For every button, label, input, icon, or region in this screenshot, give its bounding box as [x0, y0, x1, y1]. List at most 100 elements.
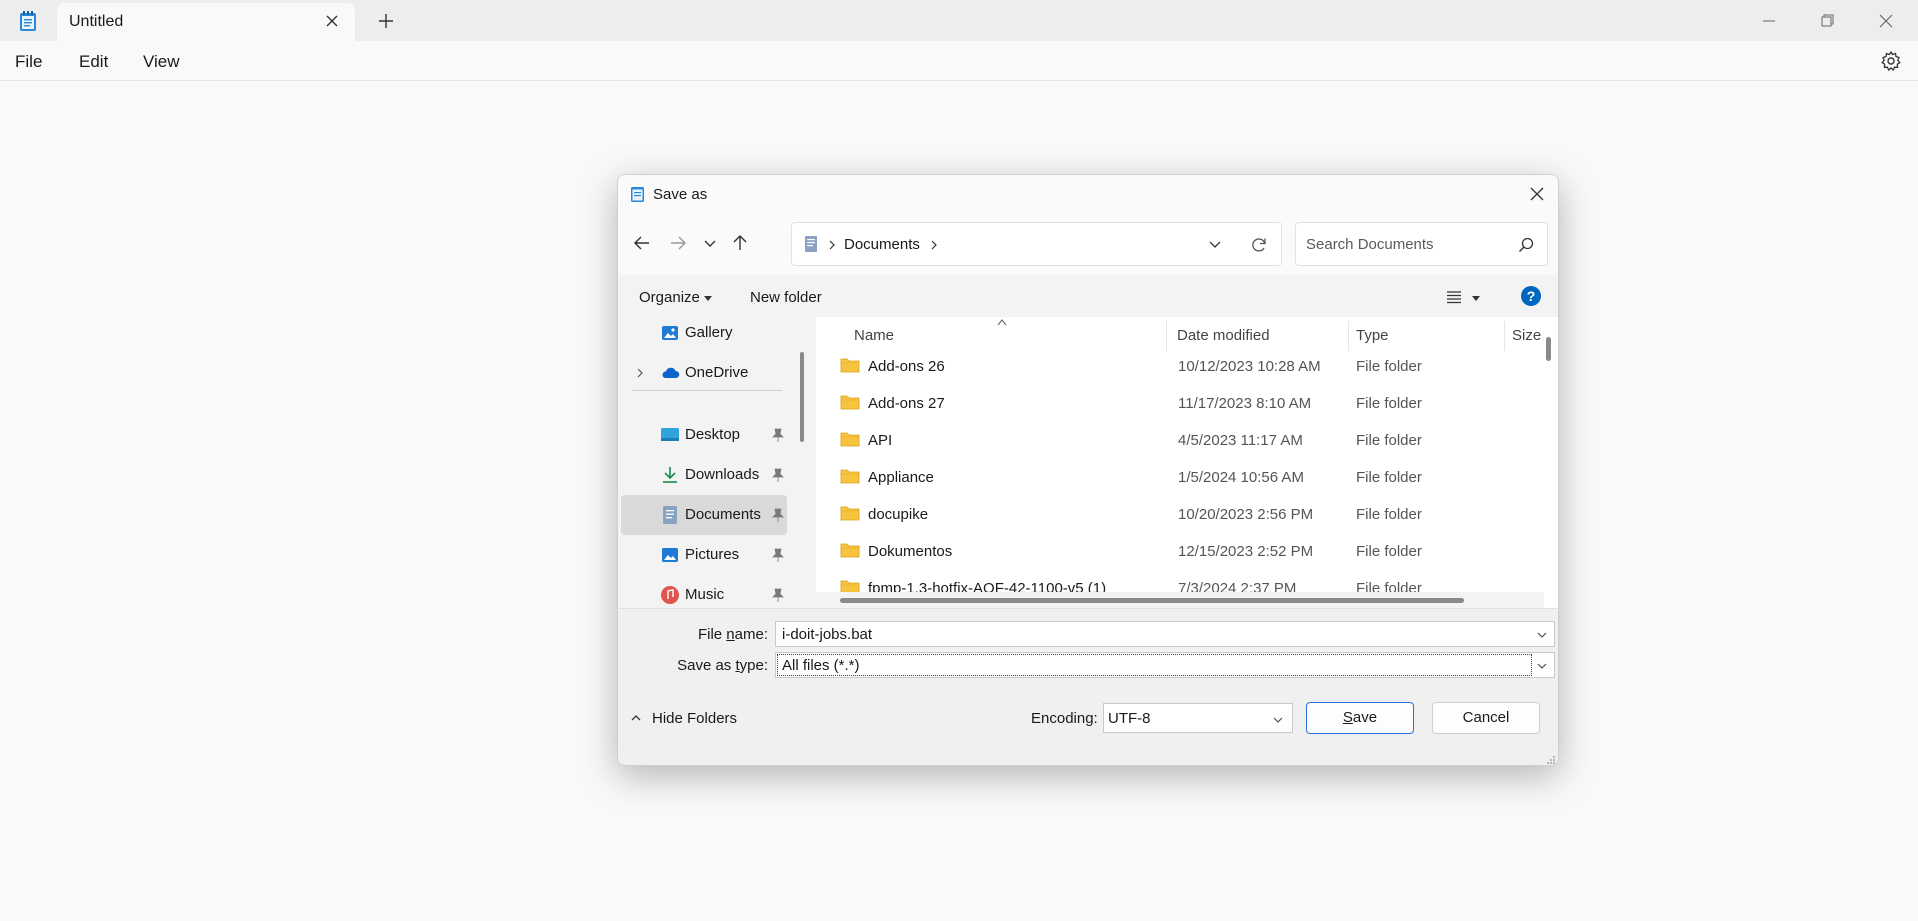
column-separator[interactable]	[1166, 321, 1167, 351]
file-name: Appliance	[868, 469, 934, 486]
save-as-dialog: Save as Documents Search Documents Organ…	[617, 174, 1559, 766]
dialog-close-icon[interactable]	[1526, 183, 1548, 205]
column-name[interactable]: Name	[854, 327, 894, 344]
tab-title: Untitled	[69, 13, 124, 30]
music-icon	[661, 586, 679, 604]
save-as-type-select[interactable]: All files (*.*)	[775, 652, 1555, 678]
tab-untitled[interactable]: Untitled	[57, 3, 355, 41]
file-row[interactable]: Dokumentos 12/15/2023 2:52 PM File folde…	[816, 533, 1536, 570]
svg-text:?: ?	[1527, 288, 1536, 304]
settings-gear-icon[interactable]	[1880, 50, 1902, 72]
pin-icon	[772, 588, 784, 602]
chevron-down-icon[interactable]	[1536, 661, 1548, 671]
breadcrumb-chevron-icon[interactable]	[826, 238, 838, 252]
cancel-button[interactable]: Cancel	[1432, 702, 1540, 734]
restore-icon[interactable]	[1814, 8, 1840, 34]
encoding-select[interactable]: UTF-8	[1103, 703, 1293, 733]
sort-ascending-icon	[997, 319, 1007, 326]
sidebar-item-label: Pictures	[685, 546, 740, 563]
view-options-icon[interactable]	[1445, 288, 1463, 306]
file-type: File folder	[1356, 432, 1422, 449]
search-input[interactable]	[1306, 233, 1506, 255]
folder-icon	[840, 358, 860, 373]
back-arrow-icon[interactable]	[630, 231, 654, 255]
file-date: 10/20/2023 2:56 PM	[1178, 506, 1314, 523]
menu-edit[interactable]: Edit	[79, 52, 108, 72]
menu-view[interactable]: View	[143, 52, 180, 72]
forward-arrow-icon[interactable]	[666, 231, 690, 255]
close-window-icon[interactable]	[1873, 8, 1899, 34]
organize-label: Organize	[639, 289, 700, 306]
file-name: Add-ons 27	[868, 395, 945, 412]
sidebar-item-gallery[interactable]: Gallery	[621, 317, 787, 353]
chevron-down-icon[interactable]	[1536, 630, 1548, 640]
file-type: File folder	[1356, 358, 1422, 375]
sidebar-item-label: Desktop	[685, 426, 741, 443]
organize-button[interactable]: Organize	[639, 289, 712, 306]
save-button[interactable]: Save	[1306, 702, 1414, 734]
address-dropdown-chevron-icon[interactable]	[1207, 236, 1223, 252]
sidebar-item-pictures[interactable]: Pictures	[621, 535, 787, 575]
file-row[interactable]: API 4/5/2023 11:17 AM File folder	[816, 422, 1536, 459]
pin-icon	[772, 468, 784, 482]
column-type[interactable]: Type	[1356, 327, 1389, 344]
resize-grip-icon[interactable]	[1546, 755, 1556, 765]
file-row[interactable]: Appliance 1/5/2024 10:56 AM File folder	[816, 459, 1536, 496]
column-size[interactable]: Size	[1512, 327, 1541, 344]
navigation-row: Documents	[618, 213, 1558, 275]
column-date-modified[interactable]: Date modified	[1177, 327, 1270, 344]
file-row[interactable]: docupike 10/20/2023 2:56 PM File folder	[816, 496, 1536, 533]
pin-icon	[772, 428, 784, 442]
breadcrumb-documents[interactable]: Documents	[844, 236, 920, 253]
breadcrumb-chevron-icon[interactable]	[928, 238, 940, 252]
file-type: File folder	[1356, 543, 1422, 560]
file-list-horizontal-scrollbar[interactable]	[816, 592, 1544, 608]
search-box[interactable]	[1295, 222, 1548, 266]
command-bar: Organize New folder ?	[618, 275, 1558, 317]
sidebar-item-label: OneDrive	[685, 364, 749, 381]
up-arrow-icon[interactable]	[728, 231, 752, 255]
folder-icon	[840, 432, 860, 447]
hide-folders-label: Hide Folders	[652, 710, 738, 727]
recent-locations-chevron-icon[interactable]	[698, 231, 722, 255]
file-name-combobox[interactable]: i-doit-jobs.bat	[775, 621, 1555, 647]
sidebar-item-onedrive[interactable]: OneDrive	[621, 353, 787, 393]
sidebar-item-documents[interactable]: Documents	[621, 495, 787, 535]
minimize-icon[interactable]	[1756, 8, 1782, 34]
menu-file[interactable]: File	[15, 52, 42, 72]
help-icon[interactable]: ?	[1520, 285, 1542, 307]
file-name-input[interactable]: i-doit-jobs.bat	[782, 626, 872, 643]
sidebar-item-music[interactable]: Music	[621, 575, 787, 608]
sidebar-item-label: Gallery	[685, 324, 733, 341]
chevron-down-icon[interactable]	[1272, 715, 1284, 725]
sidebar-item-desktop[interactable]: Desktop	[621, 415, 787, 455]
documents-icon	[663, 506, 677, 524]
sidebar-scrollbar[interactable]	[800, 352, 804, 442]
refresh-icon[interactable]	[1249, 235, 1269, 255]
expand-chevron-icon[interactable]	[634, 366, 646, 380]
save-as-type-label: Save as type:	[677, 657, 768, 674]
column-separator[interactable]	[1348, 321, 1349, 351]
close-tab-icon[interactable]	[323, 12, 341, 30]
file-list-vertical-scrollbar[interactable]	[1546, 337, 1551, 361]
sidebar-item-downloads[interactable]: Downloads	[621, 455, 787, 495]
file-date: 11/17/2023 8:10 AM	[1178, 395, 1312, 412]
horizontal-scroll-thumb[interactable]	[840, 598, 1464, 603]
encoding-label: Encoding:	[1031, 710, 1098, 727]
file-type: File folder	[1356, 395, 1422, 412]
search-icon[interactable]	[1517, 236, 1535, 254]
encoding-value: UTF-8	[1108, 710, 1151, 727]
view-options-caret-icon[interactable]	[1472, 296, 1480, 301]
file-row[interactable]: Add-ons 26 10/12/2023 10:28 AM File fold…	[816, 348, 1536, 385]
sidebar-item-label: Documents	[685, 506, 761, 523]
save-form: File name: i-doit-jobs.bat Save as type:…	[618, 608, 1558, 765]
column-separator[interactable]	[1504, 321, 1505, 351]
file-type: File folder	[1356, 469, 1422, 486]
address-bar[interactable]: Documents	[791, 222, 1282, 266]
tab-bar: Untitled	[0, 0, 1918, 41]
file-row[interactable]: Add-ons 27 11/17/2023 8:10 AM File folde…	[816, 385, 1536, 422]
chevron-up-icon	[631, 715, 641, 721]
new-folder-button[interactable]: New folder	[750, 289, 822, 306]
downloads-icon	[663, 467, 677, 483]
new-tab-icon[interactable]	[376, 11, 396, 31]
